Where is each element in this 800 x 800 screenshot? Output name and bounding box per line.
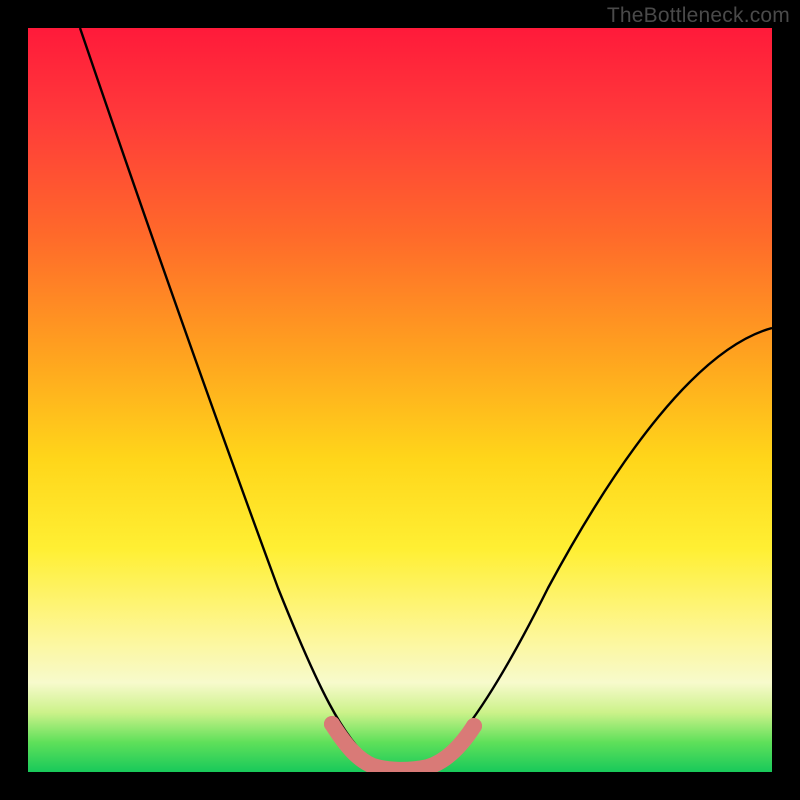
watermark-text: TheBottleneck.com: [607, 4, 790, 28]
highlight-dot-left: [324, 716, 340, 732]
plot-area: [28, 28, 772, 772]
flat-bottom-highlight: [332, 724, 474, 770]
highlight-dot-right: [466, 718, 482, 734]
chart-frame: TheBottleneck.com: [0, 0, 800, 800]
chart-svg: [28, 28, 772, 772]
bottleneck-curve: [80, 28, 772, 769]
